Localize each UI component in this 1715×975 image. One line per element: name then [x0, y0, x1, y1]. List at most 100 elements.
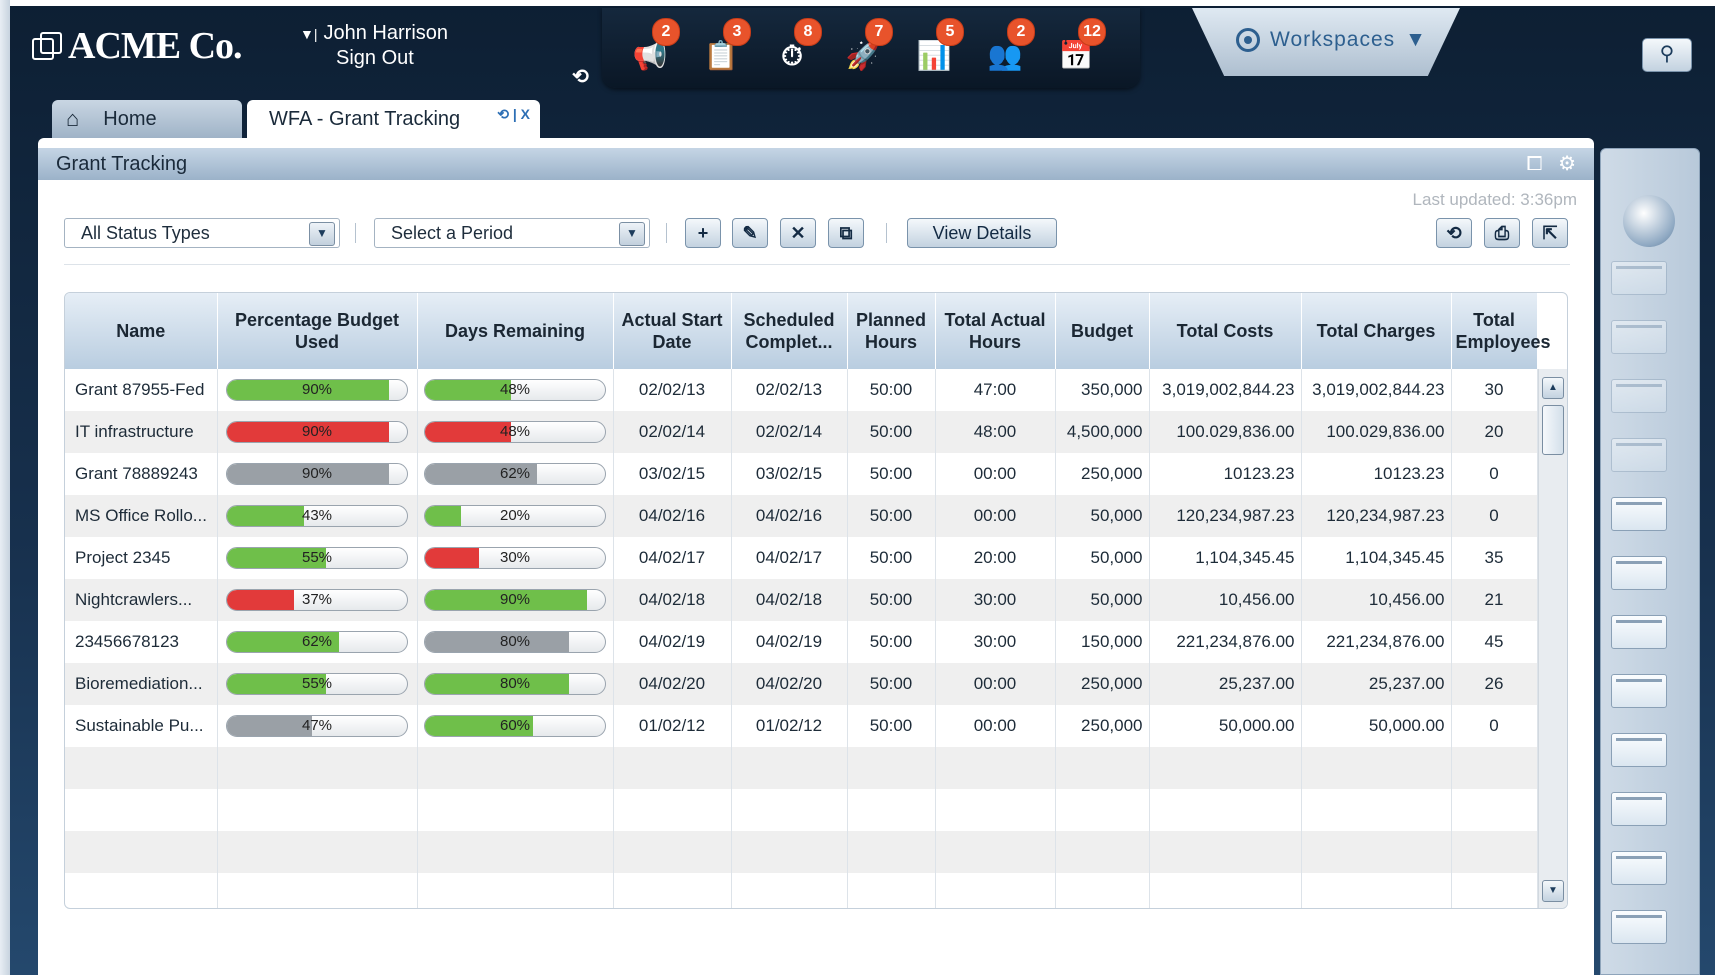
rail-window-icon[interactable] — [1611, 674, 1667, 708]
column-header[interactable]: Days Remaining — [417, 293, 614, 369]
progress-bar: 55% — [226, 547, 408, 569]
search-icon: ⚲ — [1659, 43, 1675, 65]
column-header[interactable]: Planned Hours — [847, 293, 936, 369]
edit-button[interactable]: ✎ — [732, 218, 768, 248]
notification-chart[interactable]: 📊 5 — [912, 18, 964, 80]
tab-refresh-icon[interactable]: ⟲ — [497, 106, 509, 122]
table-row[interactable]: Grant 78889243 90% 62% 03/02/15 03/02/15 50:0… — [65, 453, 1538, 495]
cell-start-date: 04/02/19 — [613, 621, 732, 663]
empty-row — [65, 747, 1538, 789]
cell-days-remaining: 48% — [417, 369, 614, 411]
cell-actual-hours: 47:00 — [935, 369, 1056, 411]
rail-window-icon[interactable] — [1611, 497, 1667, 531]
table-row[interactable]: Project 2345 55% 30% 04/02/17 04/02/17 50:00 2… — [65, 537, 1538, 579]
progress-bar: 60% — [424, 715, 606, 737]
rail-window-icon[interactable] — [1611, 733, 1667, 767]
column-header[interactable]: Percentage Budget Used — [217, 293, 418, 369]
cell-name: IT infrastructure — [65, 411, 218, 453]
column-header[interactable]: Actual Start Date — [613, 293, 732, 369]
cell-complete-date: 04/02/18 — [731, 579, 848, 621]
empty-cell — [1149, 831, 1302, 873]
table-header: Name Percentage Budget Used Days Remaining… — [65, 293, 1551, 369]
cell-total-charges: 10123.23 — [1301, 453, 1452, 495]
notification-clipboard[interactable]: 📋 3 — [699, 18, 751, 80]
notification-megaphone[interactable]: 📢 2 — [628, 18, 680, 80]
print-button[interactable]: ⎙ — [1484, 218, 1520, 248]
workspaces-button[interactable]: Workspaces ▼ — [1236, 28, 1427, 52]
cell-days-remaining: 60% — [417, 705, 614, 747]
table-row[interactable]: Bioremediation... 55% 80% 04/02/20 04/02/20 5… — [65, 663, 1538, 705]
home-icon: ⌂ — [66, 106, 80, 131]
column-header[interactable]: Name — [65, 293, 218, 369]
table-row[interactable]: Nightcrawlers... 37% 90% 04/02/18 04/02/18 50… — [65, 579, 1538, 621]
copy-button[interactable]: ⧉ — [828, 218, 864, 248]
column-header[interactable]: Scheduled Complet... — [731, 293, 848, 369]
empty-cell — [65, 831, 218, 873]
refresh-button[interactable]: ⟲ — [1436, 218, 1472, 248]
column-header[interactable]: Total Charges — [1301, 293, 1452, 369]
progress-label: 80% — [499, 633, 531, 650]
status-type-select[interactable]: All Status Types ▼ — [64, 218, 340, 248]
rail-window-icon[interactable] — [1611, 615, 1667, 649]
app-logo[interactable]: ACME Co. — [30, 24, 243, 68]
rail-window-icon[interactable] — [1611, 379, 1667, 413]
scroll-up-icon[interactable]: ▲ — [1542, 377, 1564, 399]
tab-home[interactable]: ⌂ Home — [52, 100, 242, 138]
rail-window-icon[interactable] — [1611, 261, 1667, 295]
table-row[interactable]: 23456678123 62% 80% 04/02/19 04/02/19 50:00 30… — [65, 621, 1538, 663]
rail-window-icon[interactable] — [1611, 910, 1667, 944]
view-details-button[interactable]: View Details — [907, 218, 1057, 248]
rail-window-icon[interactable] — [1611, 851, 1667, 885]
rail-window-icon[interactable] — [1611, 320, 1667, 354]
empty-cell — [847, 873, 936, 908]
cell-budget: 50,000 — [1055, 495, 1150, 537]
notification-people[interactable]: 👥 2 — [983, 18, 1035, 80]
empty-cell — [731, 873, 848, 908]
notification-badge: 3 — [723, 18, 751, 46]
column-header[interactable]: Total Costs — [1149, 293, 1302, 369]
notification-rocket[interactable]: 🚀 7 — [841, 18, 893, 80]
vertical-scrollbar[interactable]: ▲ ▼ — [1538, 369, 1567, 908]
notification-calendar[interactable]: 📅 12 — [1054, 18, 1106, 80]
period-select[interactable]: Select a Period ▼ — [374, 218, 650, 248]
progress-bar: 30% — [424, 547, 606, 569]
user-dropdown-icon[interactable]: ▼| — [300, 26, 318, 42]
search-button[interactable]: ⚲ — [1642, 38, 1692, 72]
cell-complete-date: 04/02/19 — [731, 621, 848, 663]
notification-stopwatch[interactable]: ⏱ 8 — [770, 18, 822, 80]
delete-button[interactable]: ✕ — [780, 218, 816, 248]
refresh-icon[interactable]: ⟲ — [572, 64, 589, 89]
cell-total-employees: 35 — [1451, 537, 1538, 579]
table-row[interactable]: MS Office Rollo... 43% 20% 04/02/16 04/02/16… — [65, 495, 1538, 537]
column-header[interactable]: Budget — [1055, 293, 1150, 369]
column-header[interactable]: Total Actual Hours — [935, 293, 1056, 369]
sign-out-link[interactable]: Sign Out — [336, 47, 448, 70]
tab-close-button[interactable]: X — [521, 106, 530, 122]
user-menu[interactable]: ▼| John Harrison Sign Out — [300, 22, 448, 70]
tab-grant-tracking[interactable]: WFA - Grant Tracking ⟲ | X — [247, 100, 540, 138]
progress-label: 37% — [301, 591, 333, 608]
scroll-thumb[interactable] — [1542, 405, 1564, 455]
table-row[interactable]: Grant 87955-Fed 90% 48% 02/02/13 02/02/13 50:… — [65, 369, 1538, 411]
table-row[interactable]: Sustainable Pu... 47% 60% 01/02/12 01/02/12 5… — [65, 705, 1538, 747]
rail-window-icon[interactable] — [1611, 438, 1667, 472]
add-button[interactable]: + — [685, 218, 721, 248]
globe-icon[interactable] — [1623, 195, 1675, 247]
scroll-down-icon[interactable]: ▼ — [1542, 880, 1564, 902]
maximize-icon[interactable]: ⧠ — [1527, 153, 1543, 175]
empty-cell — [1149, 747, 1302, 789]
progress-label: 62% — [301, 633, 333, 650]
gear-icon[interactable]: ⚙ — [1558, 153, 1576, 175]
export-button[interactable]: ⇱ — [1532, 218, 1568, 248]
cell-days-remaining: 20% — [417, 495, 614, 537]
empty-cell — [847, 831, 936, 873]
chevron-down-icon[interactable]: ▼ — [619, 222, 645, 246]
rail-window-icon[interactable] — [1611, 556, 1667, 590]
column-header[interactable]: Total Employees — [1451, 293, 1551, 369]
table-row[interactable]: IT infrastructure 90% 48% 02/02/14 02/02/14 5… — [65, 411, 1538, 453]
progress-bar: 37% — [226, 589, 408, 611]
cell-actual-hours: 00:00 — [935, 453, 1056, 495]
rail-window-icon[interactable] — [1611, 792, 1667, 826]
chevron-down-icon[interactable]: ▼ — [309, 222, 335, 246]
empty-cell — [935, 873, 1056, 908]
